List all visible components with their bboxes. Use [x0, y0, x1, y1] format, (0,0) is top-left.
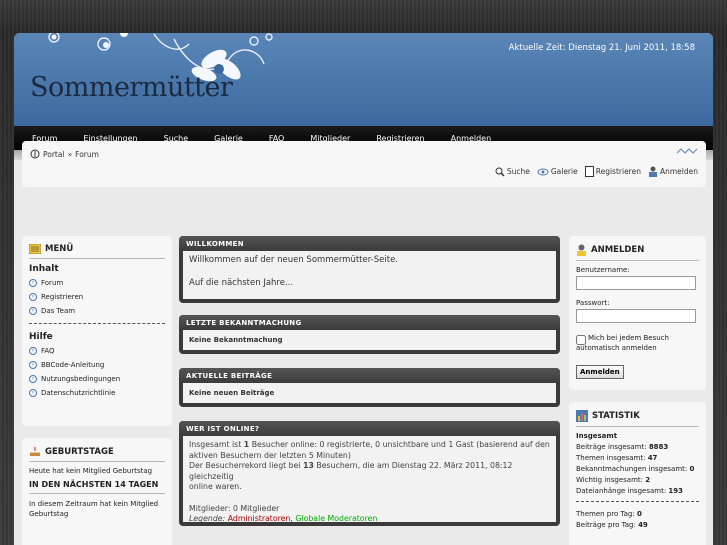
menu-item-team[interactable]: › Das Team — [29, 307, 165, 315]
login-user-icon — [577, 244, 586, 256]
divider — [29, 323, 165, 324]
welcome-title: WILLKOMMEN — [179, 236, 560, 251]
statistics-icon — [576, 410, 588, 422]
announcement-body: Keine Bekanntmachung — [183, 330, 556, 350]
center-column: WILLKOMMEN Willkommen auf der neuen Somm… — [179, 236, 560, 526]
menu-list-icon — [29, 244, 41, 254]
menu-item-bbcode[interactable]: › BBCode-Anleitung — [29, 361, 165, 369]
search-icon — [495, 167, 505, 177]
right-column: ANMELDEN Benutzername: Passwort: Mich be… — [569, 236, 706, 545]
online-members: Mitglieder: 0 Mitglieder — [189, 503, 280, 513]
birthdays-today: Heute hat kein Mitglied Geburtstag — [29, 467, 153, 475]
online-body: Insgesamt ist 1 Besucher online: 0 regis… — [183, 436, 556, 524]
online-title: WER IST ONLINE? — [179, 421, 560, 436]
birthdays-title: GEBURTSTAGE — [29, 446, 165, 462]
stat-posts-per-day: Beiträge pro Tag: 49 — [576, 521, 648, 529]
password-label: Passwort: — [576, 299, 610, 307]
recent-posts-title: AKTUELLE BEITRÄGE — [179, 368, 560, 383]
menu-item-forum[interactable]: › Forum — [29, 279, 165, 287]
hilfe-heading: Hilfe — [29, 332, 53, 342]
online-legend: Legende: Administratoren, Globale Modera… — [189, 514, 378, 524]
username-label: Benutzername: — [576, 266, 630, 274]
arrow-circle-icon: › — [29, 307, 37, 315]
left-column: MENÜ Inhalt › Forum › Registrieren › Das Te… — [22, 236, 172, 545]
menu-title: MENÜ — [29, 244, 165, 259]
quicklink-login[interactable]: Anmelden — [648, 166, 698, 177]
announcement-title: LETZTE BEKANNTMACHUNG — [179, 315, 560, 330]
divider — [576, 501, 699, 502]
breadcrumb-portal[interactable]: Portal — [43, 150, 65, 159]
statistics-title: STATISTIK — [576, 410, 699, 427]
current-time: Aktuelle Zeit: Dienstag 21. Juni 2011, 1… — [508, 43, 695, 53]
site-title[interactable]: Sommermütter — [30, 72, 233, 103]
birthdays-next-text: In diesem Zeitraum hat kein Mitglied Geb… — [29, 500, 159, 519]
announcement-panel: LETZTE BEKANNTMACHUNG Keine Bekanntmachu… — [179, 315, 560, 354]
username-input[interactable] — [576, 276, 696, 290]
inhalt-heading: Inhalt — [29, 264, 59, 274]
quicklink-search[interactable]: Suche — [495, 166, 530, 177]
arrow-circle-icon: › — [29, 361, 37, 369]
breadcrumb: Portal » Forum — [30, 149, 99, 159]
stat-attachments: Dateianhänge insgesamt: 193 — [576, 487, 684, 495]
arrow-circle-icon: › — [29, 347, 37, 355]
login-box: ANMELDEN Benutzername: Passwort: Mich be… — [569, 236, 706, 390]
quicklink-register[interactable]: Registrieren — [584, 166, 641, 177]
eye-icon — [537, 168, 549, 175]
document-icon — [584, 166, 594, 177]
online-record: Der Besucherrekord liegt bei 13 Besucher… — [189, 461, 513, 492]
birthdays-box: GEBURTSTAGE Heute hat kein Mitglied Gebu… — [22, 438, 172, 545]
remember-row: Mich bei jedem Besuch automatisch anmelde… — [576, 334, 669, 352]
welcome-body: Willkommen auf der neuen Sommermütter-Se… — [183, 251, 556, 299]
home-icon — [30, 149, 40, 159]
login-button[interactable]: Anmelden — [576, 364, 624, 379]
welcome-line1: Willkommen auf der neuen Sommermütter-Se… — [189, 255, 398, 265]
stat-announcements: Bekanntmachungen insgesamt: 0 — [576, 465, 695, 473]
menu-item-privacy[interactable]: › Datenschutzrichtlinie — [29, 389, 165, 397]
online-panel: WER IST ONLINE? Insgesamt ist 1 Besucher… — [179, 421, 560, 526]
birthdays-next-heading: IN DEN NÄCHSTEN 14 TAGEN — [29, 480, 165, 494]
breadcrumb-forum[interactable]: Forum — [75, 150, 99, 159]
recent-posts-panel: AKTUELLE BEITRÄGE Keine neuen Beiträge — [179, 368, 560, 407]
online-current: Insgesamt ist 1 Besucher online: 0 regis… — [189, 440, 550, 460]
password-input[interactable] — [576, 309, 696, 323]
arrow-circle-icon: › — [29, 293, 37, 301]
menu-item-registrieren[interactable]: › Registrieren — [29, 293, 165, 301]
quicklink-gallery[interactable]: Galerie — [537, 166, 578, 177]
menu-item-terms[interactable]: › Nutzungsbedingungen — [29, 375, 165, 383]
page-container: Sommermütter Aktuelle Zeit: Dienstag 21.… — [14, 33, 713, 545]
login-title: ANMELDEN — [576, 244, 699, 261]
user-lock-icon — [648, 166, 657, 177]
quick-links: Suche Galerie Registrieren Anmelden — [495, 166, 698, 177]
legend-moderators[interactable]: Globale Moderatoren — [295, 514, 377, 523]
cake-icon — [30, 447, 40, 456]
breadcrumb-separator: » — [67, 149, 73, 159]
stat-posts: Beiträge insgesamt: 8883 — [576, 443, 669, 451]
legend-admins[interactable]: Administratoren — [228, 514, 291, 523]
arrow-circle-icon: › — [29, 375, 37, 383]
stat-sticky: Wichtig insgesamt: 2 — [576, 476, 651, 484]
stat-topics: Themen insgesamt: 47 — [576, 454, 658, 462]
recent-posts-body: Keine neuen Beiträge — [183, 383, 556, 403]
breadcrumb-panel: Portal » Forum Suche Galerie Registriere… — [22, 141, 706, 187]
arrow-circle-icon: › — [29, 389, 37, 397]
arrow-circle-icon: › — [29, 279, 37, 287]
welcome-panel: WILLKOMMEN Willkommen auf der neuen Somm… — [179, 236, 560, 303]
rss-feed-icon[interactable] — [676, 147, 698, 155]
site-header: Sommermütter Aktuelle Zeit: Dienstag 21.… — [14, 33, 713, 126]
welcome-line2: Auf die nächsten Jahre... — [189, 278, 294, 288]
stats-heading: Insgesamt — [576, 432, 618, 440]
stat-topics-per-day: Themen pro Tag: 0 — [576, 510, 642, 518]
menu-box: MENÜ Inhalt › Forum › Registrieren › Das Te… — [22, 236, 172, 426]
menu-item-faq[interactable]: › FAQ — [29, 347, 165, 355]
statistics-box: STATISTIK Insgesamt Beiträge insgesamt: … — [569, 402, 706, 545]
